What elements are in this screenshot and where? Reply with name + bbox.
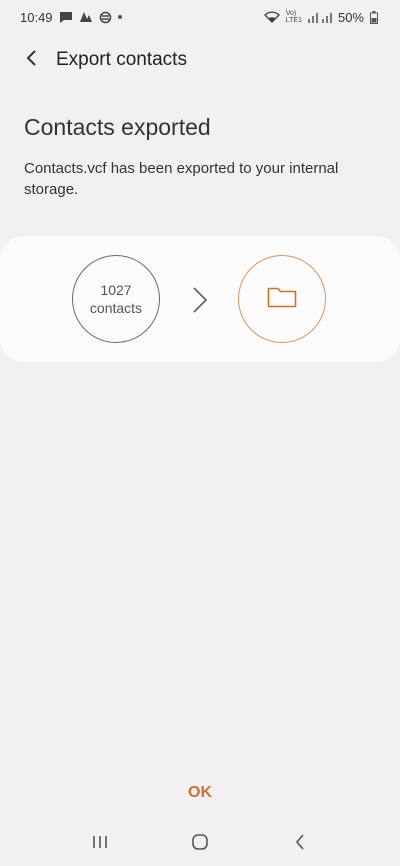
status-right: Vo) LTE1 50% [263,9,378,25]
status-bar: 10:49 Vo) LTE1 50% [0,0,400,34]
nav-back-button[interactable] [280,824,320,864]
home-button[interactable] [180,824,220,864]
notification-dot-icon [117,15,122,19]
export-summary-card: 1027 contacts [0,236,400,362]
contacts-count: 1027 [100,282,132,298]
page-title: Export contacts [56,49,187,70]
signal-icon [307,11,332,23]
status-left: 10:49 [20,10,122,25]
chevron-right-icon [189,285,211,315]
home-icon [191,833,209,856]
network-bottom-label: LTE1 [285,17,302,24]
result-description: Contacts.vcf has been exported to your i… [24,160,339,198]
folder-icon [267,285,297,314]
battery-percentage: 50% [337,9,364,25]
status-time: 10:49 [20,9,53,25]
assistant-icon [79,11,93,23]
back-icon [294,833,306,856]
contacts-count-label: contacts [89,300,143,316]
result-heading: Contacts exported [24,114,211,140]
sync-icon [99,11,112,24]
storage-folder-circle [238,255,326,343]
wifi-icon [263,11,280,23]
back-button[interactable] [14,42,50,78]
network-top-label: Vo) [285,10,297,17]
back-arrow-icon [25,49,39,72]
network-type-label: Vo) LTE1 [286,10,302,24]
message-icon [59,11,73,24]
navigation-bar [0,822,400,866]
recents-icon [92,834,108,855]
battery-icon [370,10,378,24]
app-bar: Export contacts [0,42,400,78]
contacts-count-circle: 1027 contacts [72,255,160,343]
ok-button[interactable]: OK [170,776,230,810]
recents-button[interactable] [80,824,120,864]
